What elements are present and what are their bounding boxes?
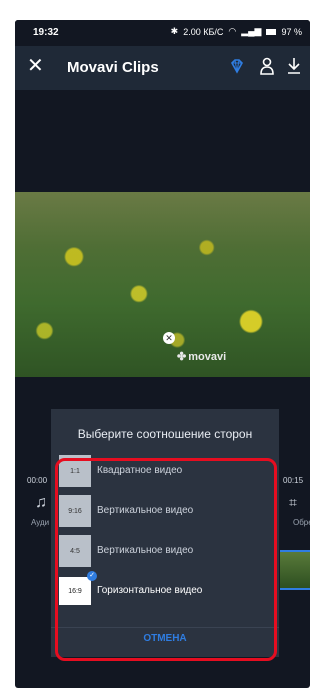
watermark-close-icon[interactable]: ✕	[163, 332, 175, 344]
battery-icon	[266, 28, 277, 35]
diamond-icon[interactable]	[229, 58, 245, 79]
battery-level: 97 %	[281, 26, 302, 37]
status-time: 19:32	[33, 27, 59, 38]
timeline-start: 00:00	[27, 476, 48, 485]
crop-icon[interactable]: ⌗	[289, 494, 297, 511]
crop-label: Обре	[293, 518, 310, 527]
status-bar: 19:32 ✱ 2.00 КБ/С ◠ ▂▄▆ 97 %	[15, 20, 310, 46]
dialog-heading: Выберите соотношение сторон	[77, 427, 253, 441]
timeline-clip[interactable]	[280, 550, 310, 590]
music-note-icon[interactable]: ♫	[35, 494, 47, 512]
wifi-icon: ◠	[228, 26, 237, 36]
app-bar: ✕ Movavi Clips	[15, 46, 310, 90]
video-preview[interactable]: ✕ ✤ movavi	[15, 192, 310, 377]
status-icons: ✱ 2.00 КБ/С ◠ ▂▄▆ 97 %	[171, 26, 302, 37]
signal-icon: ▂▄▆	[241, 26, 262, 36]
account-icon[interactable]	[259, 57, 275, 80]
app-title: Movavi Clips	[67, 59, 159, 76]
audio-label: Ауди	[31, 518, 50, 527]
close-icon[interactable]: ✕	[27, 56, 44, 76]
timeline-end: 00:15	[283, 476, 304, 485]
red-highlight-frame	[55, 458, 277, 661]
movavi-watermark: ✤ movavi	[177, 350, 227, 364]
download-icon[interactable]	[287, 57, 301, 80]
bluetooth-icon: ✱	[170, 26, 179, 36]
net-speed: 2.00 КБ/С	[183, 26, 224, 37]
